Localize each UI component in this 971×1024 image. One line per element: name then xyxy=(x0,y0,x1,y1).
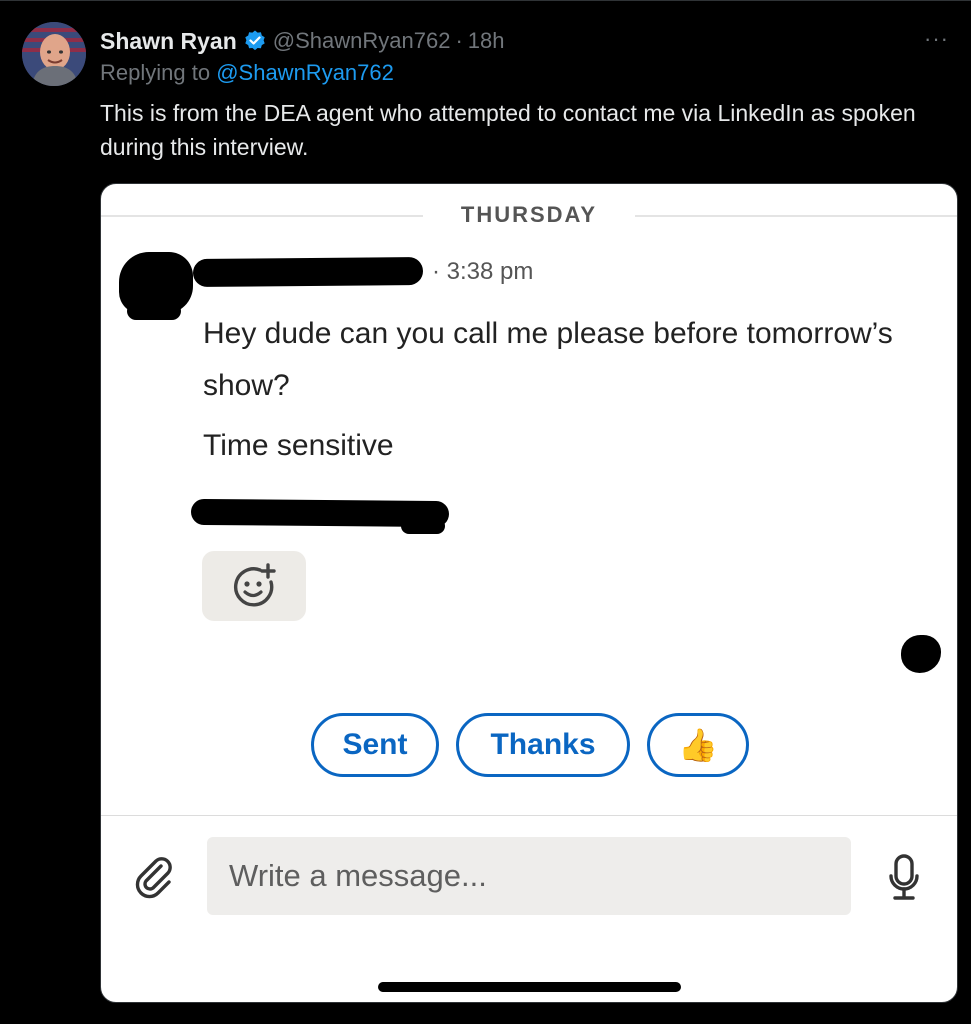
day-line-right xyxy=(635,215,957,217)
tweet-header: Shawn Ryan @ShawnRyan762 · 18h xyxy=(100,24,504,58)
message-input[interactable]: Write a message... xyxy=(207,837,851,915)
tweet-time[interactable]: 18h xyxy=(468,28,505,54)
author-handle[interactable]: @ShawnRyan762 xyxy=(273,28,451,54)
redacted-blob xyxy=(901,635,941,673)
day-line-left xyxy=(101,215,423,217)
replying-prefix: Replying to xyxy=(100,60,211,85)
verified-badge-icon xyxy=(243,29,267,53)
paperclip-icon[interactable] xyxy=(131,852,179,900)
quick-reply-thumbs-up[interactable]: 👍 xyxy=(647,713,749,777)
tweet-media-image[interactable]: THURSDAY · 3:38 pm Hey dude can you call… xyxy=(100,183,958,1003)
top-divider xyxy=(0,0,971,1)
message-text-2: Time sensitive xyxy=(203,429,394,462)
microphone-icon[interactable] xyxy=(887,852,921,904)
redacted-sender-name xyxy=(192,256,424,288)
day-separator: THURSDAY xyxy=(101,202,957,230)
redacted-avatar-tail xyxy=(127,302,181,320)
message-timestamp: · 3:38 pm xyxy=(432,258,534,285)
thumbs-up-icon: 👍 xyxy=(678,727,718,763)
message-text: Hey dude can you call me please before t… xyxy=(203,317,893,402)
dot-separator: · xyxy=(455,28,463,53)
compose-divider xyxy=(101,815,957,816)
quick-reply-thanks[interactable]: Thanks xyxy=(456,713,630,777)
author-name[interactable]: Shawn Ryan xyxy=(100,28,237,55)
tweet-text: This is from the DEA agent who attempted… xyxy=(100,100,916,160)
quick-replies: Sent Thanks 👍 xyxy=(101,713,957,783)
add-reaction-icon xyxy=(233,563,276,607)
redacted-signature-tail xyxy=(401,518,445,534)
add-reaction-button[interactable] xyxy=(202,551,306,621)
replying-mention-link[interactable]: @ShawnRyan762 xyxy=(216,60,394,85)
quick-reply-sent[interactable]: Sent xyxy=(311,713,439,777)
more-options-icon[interactable]: ··· xyxy=(924,26,949,52)
replying-to: Replying to @ShawnRyan762 xyxy=(100,60,394,86)
day-label: THURSDAY xyxy=(460,202,598,227)
home-indicator xyxy=(378,982,681,992)
avatar[interactable] xyxy=(22,22,86,86)
